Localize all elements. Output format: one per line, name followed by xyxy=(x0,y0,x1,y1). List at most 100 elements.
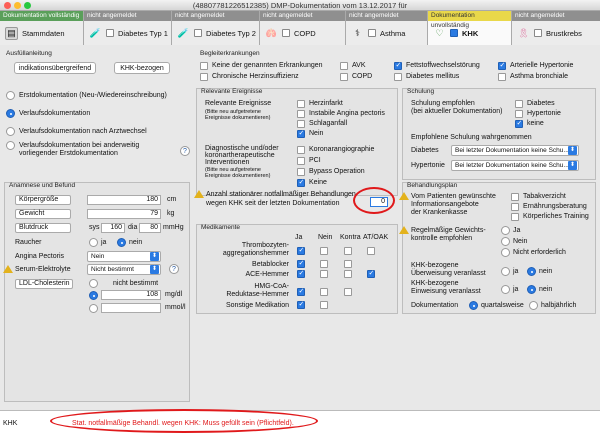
diag-sub-label-2: Ereignisse dokumentieren) xyxy=(205,173,271,179)
hypertonie-checkbox[interactable] xyxy=(498,61,506,70)
indication-tabs: Dokumentation vollständig ▤ Stammdaten ni… xyxy=(0,11,600,45)
med-label: HMG-CoA- xyxy=(254,283,289,290)
betablocker-kontra-checkbox[interactable] xyxy=(344,260,352,268)
halbjaehrlich-radio[interactable] xyxy=(529,301,538,310)
angina-select[interactable]: Nein xyxy=(87,251,161,262)
diag-keine-checkbox[interactable] xyxy=(297,178,305,187)
col-at-oak: AT/OAK xyxy=(363,234,389,241)
raucher-ja-radio[interactable] xyxy=(89,238,98,247)
thrombo-ja-checkbox[interactable] xyxy=(297,246,305,255)
sys-input[interactable]: 160 xyxy=(101,223,125,233)
highlight-ellipse xyxy=(50,409,318,433)
pci-checkbox[interactable] xyxy=(297,157,305,165)
asthma-checkbox[interactable] xyxy=(498,73,506,81)
tab-khk[interactable]: Dokumentation unvollständig ♡ KHK xyxy=(428,11,512,45)
ace-nein-checkbox[interactable] xyxy=(320,270,328,278)
herzinfarkt-checkbox[interactable] xyxy=(297,100,305,108)
anderweitig-radio[interactable] xyxy=(6,141,15,150)
hmg-ja-checkbox[interactable] xyxy=(297,287,305,296)
ldl-mgdl-radio[interactable] xyxy=(89,291,98,300)
schulung-hypertonie-checkbox[interactable] xyxy=(515,110,523,118)
rel-label: Relevante Ereignisse xyxy=(205,100,272,107)
thrombo-atoak-checkbox[interactable] xyxy=(367,247,375,255)
indikationsuebergreifend-button[interactable]: indikationsübergreifend xyxy=(14,62,96,74)
diag-item-label: Koronarangiographie xyxy=(309,146,375,153)
tab-brustkrebs[interactable]: nicht angemeldet 🎗 Brustkrebs xyxy=(512,11,600,45)
sonstige-nein-checkbox[interactable] xyxy=(320,301,328,309)
ueberweisung-ja-radio[interactable] xyxy=(501,267,510,276)
gewicht-input[interactable]: 79 xyxy=(87,209,161,219)
hmg-nein-checkbox[interactable] xyxy=(320,288,328,296)
serum-label: Serum-Elektrolyte xyxy=(15,266,71,273)
arztwechsel-radio[interactable] xyxy=(6,127,15,136)
schlaganfall-checkbox[interactable] xyxy=(297,120,305,128)
ace-kontra-checkbox[interactable] xyxy=(344,270,352,278)
schulung-diabetes-checkbox[interactable] xyxy=(515,100,523,108)
tab-stammdaten[interactable]: Dokumentation vollständig ▤ Stammdaten xyxy=(0,11,84,45)
ldl-nicht-bestimmt-radio[interactable] xyxy=(89,279,98,288)
betablocker-nein-checkbox[interactable] xyxy=(320,260,328,268)
ace-atoak-checkbox[interactable] xyxy=(367,269,375,278)
dia-input[interactable]: 80 xyxy=(139,223,161,233)
schulung-diab-select[interactable]: Bei letzter Dokumentation keine Schu... xyxy=(451,145,579,156)
tab-checkbox[interactable] xyxy=(282,29,290,37)
tab-checkbox[interactable] xyxy=(368,29,376,37)
ueberweisung-label-2: Überweisung veranlasst xyxy=(411,270,486,277)
cm-unit: cm xyxy=(167,196,177,203)
ldl-mgdl-input[interactable]: 108 xyxy=(101,290,161,300)
diabetes-mellitus-checkbox[interactable] xyxy=(394,73,402,81)
tab-status: Dokumentation vollständig xyxy=(0,11,83,21)
instabile-angina-checkbox[interactable] xyxy=(297,110,305,118)
thrombo-nein-checkbox[interactable] xyxy=(320,247,328,255)
hmg-kontra-checkbox[interactable] xyxy=(344,288,352,296)
schulung-hyp-select[interactable]: Bei letzter Dokumentation keine Schu... xyxy=(451,160,579,171)
ereignis-nein-checkbox[interactable] xyxy=(297,129,305,138)
tab-checkbox[interactable] xyxy=(450,29,458,37)
koerpergroesse-input[interactable]: 180 xyxy=(87,195,161,205)
tabakverzicht-checkbox[interactable] xyxy=(511,193,519,201)
sonstige-ja-checkbox[interactable] xyxy=(297,300,305,309)
tab-diabetes-typ-1[interactable]: nicht angemeldet 🧪 Diabetes Typ 1 xyxy=(84,11,172,45)
gewicht-ja-radio[interactable] xyxy=(501,226,510,235)
einweisung-ja-radio[interactable] xyxy=(501,285,510,294)
herzinsuffizienz-checkbox[interactable] xyxy=(200,73,208,81)
tab-asthma[interactable]: nicht angemeldet ⚕ Asthma xyxy=(346,11,428,45)
quartalsweise-radio[interactable] xyxy=(469,301,478,310)
erstdoku-radio[interactable] xyxy=(6,91,15,100)
avk-checkbox[interactable] xyxy=(340,62,348,70)
training-checkbox[interactable] xyxy=(511,213,519,221)
ldl-mmol-input[interactable] xyxy=(101,303,161,313)
tab-label: Asthma xyxy=(380,28,406,38)
raucher-nein-radio[interactable] xyxy=(117,238,126,247)
tab-copd[interactable]: nicht angemeldet 🫁 COPD xyxy=(260,11,346,45)
ldl-mmol-radio[interactable] xyxy=(89,304,98,313)
koronarangiographie-checkbox[interactable] xyxy=(297,146,305,154)
help-icon[interactable]: ? xyxy=(169,264,179,274)
keine-erkrankungen-checkbox[interactable] xyxy=(200,62,208,70)
serum-select[interactable]: Nicht bestimmt xyxy=(87,264,161,275)
gewicht-nein-radio[interactable] xyxy=(501,237,510,246)
anamnese-panel: Anamnese und Befund Körpergröße 180 cm G… xyxy=(3,182,190,402)
stammdaten-icon: ▤ xyxy=(5,26,18,40)
tab-checkbox[interactable] xyxy=(106,29,114,37)
ereignis-label: Nein xyxy=(309,130,324,137)
tab-checkbox[interactable] xyxy=(194,29,202,37)
tab-checkbox[interactable] xyxy=(534,29,542,37)
ace-ja-checkbox[interactable] xyxy=(297,269,305,278)
einweisung-nein-radio[interactable] xyxy=(527,285,536,294)
ernaehrung-checkbox[interactable] xyxy=(511,203,519,211)
thrombo-kontra-checkbox[interactable] xyxy=(344,247,352,255)
khk-bezogen-button[interactable]: KHK-bezogen xyxy=(114,62,170,74)
ueberweisung-nein-radio[interactable] xyxy=(527,267,536,276)
fettstoffwechsel-checkbox[interactable] xyxy=(394,61,402,70)
bypass-checkbox[interactable] xyxy=(297,168,305,176)
copd-checkbox[interactable] xyxy=(340,73,348,81)
betablocker-ja-checkbox[interactable] xyxy=(297,259,305,268)
gewicht-nicht-erforderlich-radio[interactable] xyxy=(501,248,510,257)
verlaufsdoku-radio[interactable] xyxy=(6,109,15,118)
help-icon[interactable]: ? xyxy=(180,146,190,156)
schulung-keine-checkbox[interactable] xyxy=(515,119,523,128)
schulung-hyp-label: Hypertonie xyxy=(411,162,445,169)
anderweitig-label-2: vorliegender Erstdokumentation xyxy=(19,150,118,157)
tab-diabetes-typ-2[interactable]: nicht angemeldet 🧪 Diabetes Typ 2 xyxy=(172,11,260,45)
